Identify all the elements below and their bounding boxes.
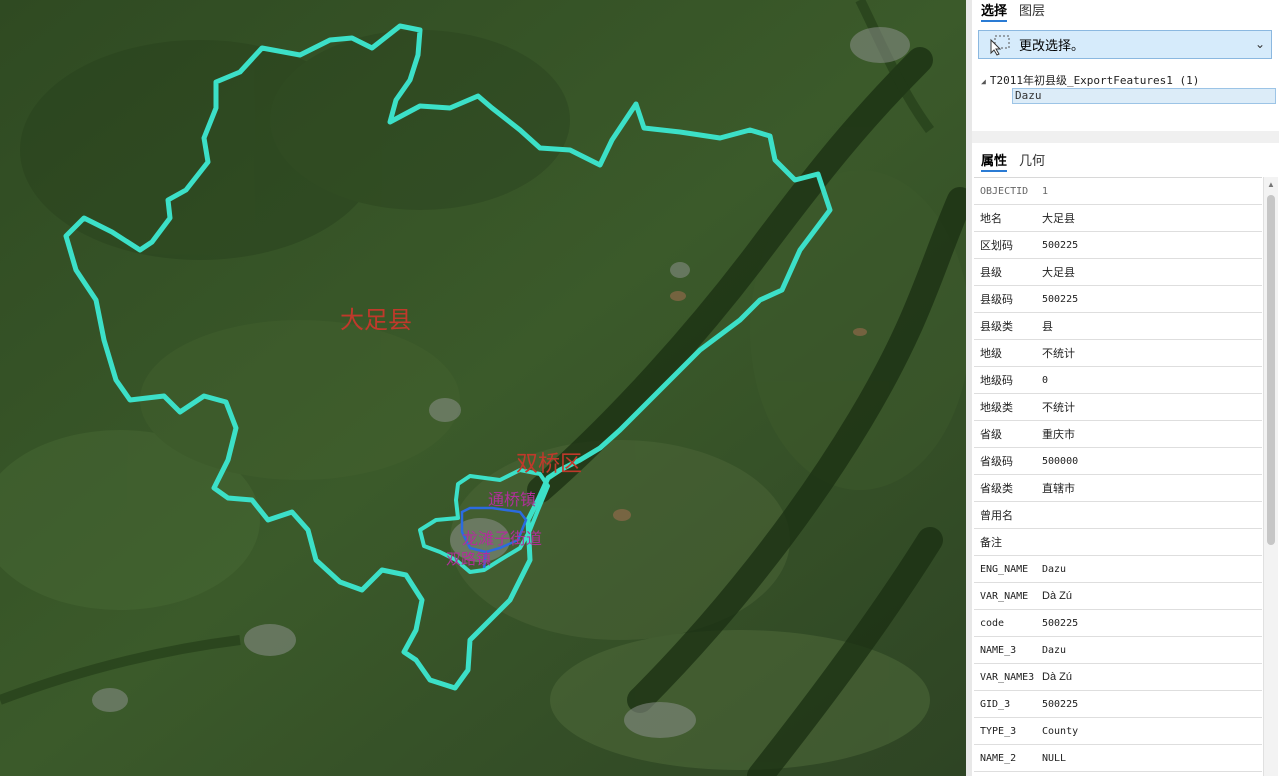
chevron-down-icon: ⌄ [1254,37,1265,51]
attribute-value: 大足县 [1042,267,1075,279]
attribute-row[interactable]: TYPE_3 County [974,718,1262,745]
attribute-value: 直辖市 [1042,483,1075,495]
section-separator [972,131,1279,143]
attribute-row[interactable]: 省级 重庆市 [974,421,1262,448]
attribute-row[interactable]: 县级类 县 [974,313,1262,340]
attribute-key: GID_3 [980,698,1011,710]
attribute-key: code [980,617,1005,629]
attribute-row[interactable]: 地级类 不统计 [974,394,1262,421]
attribute-value: Dazu [1042,563,1067,575]
panel-tabs: 选择 图层 [972,0,1279,22]
attribute-value: Dà Zú [1042,590,1072,602]
attribute-value: NULL [1042,752,1067,764]
attribute-value: 500225 [1042,698,1079,710]
attribute-key: TYPE_3 [980,725,1017,737]
attribute-key: 地名 [980,213,1002,225]
attribute-value: 500225 [1042,617,1079,629]
tab-select[interactable]: 选择 [981,0,1008,22]
satellite-imagery [0,0,966,776]
tree-layer-node[interactable]: ◢ T2011年初县级_ExportFeatures1 (1) [981,72,1199,88]
attribute-row[interactable]: 备注 [974,529,1262,556]
attribute-row[interactable]: 地名 大足县 [974,205,1262,232]
attribute-row[interactable]: VAR_NAME Dà Zú [974,583,1262,610]
attribute-value: Dazu [1042,644,1067,656]
change-selection-label: 更改选择。 [1019,38,1085,53]
attribute-row[interactable]: 县级 大足县 [974,259,1262,286]
attribute-scrollbar[interactable]: ▲ [1263,177,1278,776]
attribute-key: 地级码 [980,375,1013,387]
attribute-value: 1 [1042,185,1049,197]
map-view[interactable]: 大足县 双桥区 通桥镇 龙滩子街道 双路镇 [0,0,966,776]
attribute-row[interactable]: ENG_NAME Dazu [974,556,1262,583]
attribute-key: 县级 [980,267,1002,279]
attribute-row[interactable]: GID_3 500225 [974,691,1262,718]
attribute-value: 不统计 [1042,402,1075,414]
attribute-row[interactable]: VAR_NAME3 Dà Zú [974,664,1262,691]
selection-panel: 选择 图层 更改选择。 ⌄ ◢ T2011年初县级_ExportFeatures1… [972,0,1279,776]
attribute-row[interactable]: 地级码 0 [974,367,1262,394]
attribute-key: 省级码 [980,456,1013,468]
attribute-value: 500225 [1042,293,1079,305]
attribute-key: VAR_NAME3 [980,671,1035,683]
tab-geometry[interactable]: 几何 [1019,150,1045,172]
attribute-row[interactable]: 区划码 500225 [974,232,1262,259]
attribute-key: NAME_3 [980,644,1017,656]
attribute-key: 地级类 [980,402,1013,414]
attribute-value: 大足县 [1042,213,1075,225]
town-label-3: 双路镇 [446,550,492,568]
scroll-up-icon[interactable]: ▲ [1267,180,1275,189]
change-selection-dropdown[interactable]: 更改选择。 ⌄ [978,30,1272,59]
attribute-value: 500225 [1042,239,1079,251]
tree-feature-item[interactable]: Dazu [1012,88,1276,104]
attribute-key: 县级码 [980,294,1013,306]
collapse-caret-icon[interactable]: ◢ [981,77,986,86]
attribute-key: VAR_NAME [980,590,1029,602]
attribute-row[interactable]: code 500225 [974,610,1262,637]
scrollbar-thumb[interactable] [1267,195,1275,545]
town-label-1: 通桥镇 [488,490,537,509]
attribute-value: 0 [1042,374,1049,386]
attribute-row[interactable]: 省级类 直辖市 [974,475,1262,502]
attribute-key: 省级 [980,429,1002,441]
attribute-row[interactable]: 地级 不统计 [974,340,1262,367]
district-label: 双桥区 [516,452,583,477]
select-cursor-icon [990,35,1010,56]
tab-attributes[interactable]: 属性 [981,150,1008,172]
tree-layer-label: T2011年初县级_ExportFeatures1 (1) [989,74,1200,87]
attribute-key: NAME_2 [980,752,1017,764]
attribute-row[interactable]: NAME_3 Dazu [974,637,1262,664]
attribute-row[interactable]: 省级码 500000 [974,448,1262,475]
attribute-value: 县 [1042,321,1053,333]
attribute-tabs: 属性 几何 [981,150,1045,172]
attribute-value: 500000 [1042,455,1079,467]
attribute-value: 重庆市 [1042,429,1075,441]
county-label: 大足县 [340,306,412,334]
attribute-value: Dà Zú [1042,671,1072,683]
attribute-key: 曾用名 [980,510,1013,522]
attribute-value: County [1042,725,1079,737]
attribute-key: 省级类 [980,483,1013,495]
attribute-key: ENG_NAME [980,563,1029,575]
attribute-key: 区划码 [980,240,1013,252]
attribute-row[interactable]: NAME_2 NULL [974,745,1262,772]
attribute-key: 地级 [980,348,1002,360]
attribute-row[interactable]: 县级码 500225 [974,286,1262,313]
attribute-table: OBJECTID 1 地名 大足县 区划码 500225 县级 大足县 县级码 500225 县级类… [974,177,1262,772]
tab-layers[interactable]: 图层 [1019,0,1045,19]
town-label-2: 龙滩子街道 [462,529,543,548]
attribute-key: 县级类 [980,321,1013,333]
attribute-key: OBJECTID [980,185,1029,197]
attribute-row[interactable]: OBJECTID 1 [974,178,1262,205]
attribute-row[interactable]: 曾用名 [974,502,1262,529]
attribute-value: 不统计 [1042,348,1075,360]
attribute-key: 备注 [980,537,1002,549]
